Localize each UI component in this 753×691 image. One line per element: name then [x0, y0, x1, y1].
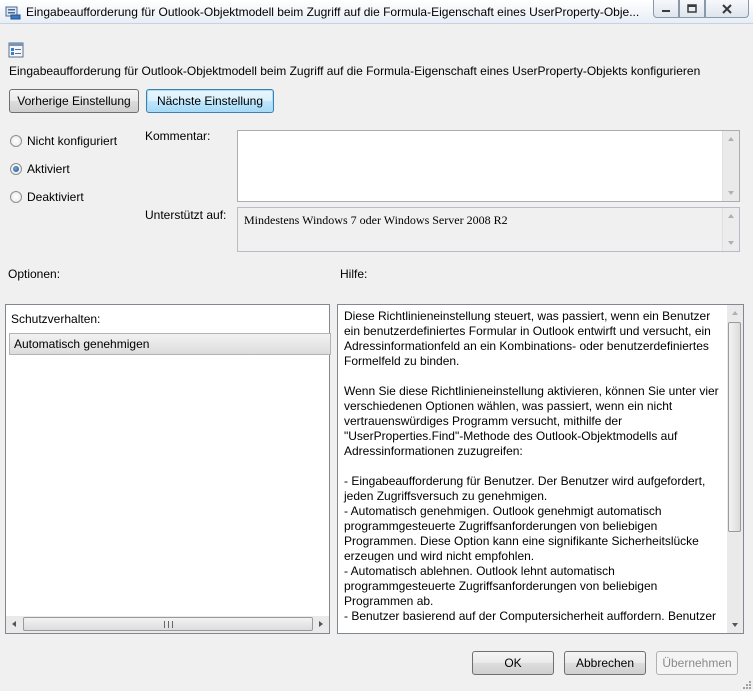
options-header: Optionen:	[8, 267, 61, 281]
help-paragraph: Diese Richtlinieneinstellung steuert, wa…	[344, 309, 711, 368]
scroll-left-arrow-icon[interactable]	[6, 616, 22, 632]
minimize-icon	[662, 9, 670, 12]
comment-scrollbar[interactable]	[722, 131, 739, 201]
policy-description: Eingabeaufforderung für Outlook-Objektmo…	[9, 64, 701, 78]
radio-label: Deaktiviert	[27, 190, 84, 204]
help-paragraph: - Benutzer basierend auf der Computersic…	[344, 609, 716, 623]
ok-button[interactable]: OK	[472, 651, 554, 675]
radio-enabled[interactable]: Aktiviert	[10, 162, 70, 176]
supported-label: Unterstützt auf:	[145, 208, 227, 222]
help-vertical-scrollbar[interactable]	[727, 305, 743, 633]
resize-grip-icon[interactable]	[740, 678, 752, 690]
next-setting-button[interactable]: Nächste Einstellung	[146, 89, 274, 113]
help-paragraph: Wenn Sie diese Richtlinieneinstellung ak…	[344, 384, 719, 458]
policy-setting-icon	[8, 42, 24, 58]
scroll-down-arrow-icon[interactable]	[723, 235, 739, 251]
help-paragraph: - Automatisch ablehnen. Outlook lehnt au…	[344, 564, 658, 608]
radio-disabled[interactable]: Deaktiviert	[10, 190, 84, 204]
maximize-button[interactable]	[679, 0, 705, 18]
radio-circle[interactable]	[10, 191, 22, 203]
horizontal-scroll-thumb[interactable]	[23, 617, 313, 631]
close-icon	[722, 3, 732, 14]
scroll-down-arrow-icon[interactable]	[727, 617, 742, 633]
scroll-up-arrow-icon[interactable]	[723, 131, 739, 147]
scroll-right-arrow-icon[interactable]	[313, 616, 329, 632]
comment-label: Kommentar:	[145, 129, 211, 143]
help-paragraph: - Automatisch genehmigen. Outlook genehm…	[344, 504, 699, 563]
comment-textarea[interactable]	[237, 130, 740, 202]
protection-behavior-label: Schutzverhalten:	[11, 312, 101, 326]
title-bar: Eingabeaufforderung für Outlook-Objektmo…	[0, 0, 753, 24]
options-panel: Schutzverhalten: Automatisch genehmigen	[5, 304, 331, 634]
help-paragraph: - Eingabeaufforderung für Benutzer. Der …	[344, 474, 706, 503]
apply-button[interactable]: Übernehmen	[656, 651, 738, 675]
protection-behavior-dropdown[interactable]: Automatisch genehmigen	[9, 333, 331, 355]
radio-circle[interactable]	[10, 135, 22, 147]
vertical-scroll-thumb[interactable]	[728, 322, 741, 532]
help-header: Hilfe:	[340, 267, 368, 281]
scroll-up-arrow-icon[interactable]	[727, 305, 742, 321]
scroll-down-arrow-icon[interactable]	[723, 185, 739, 201]
grip-icon	[163, 620, 173, 628]
close-button[interactable]	[705, 0, 749, 18]
maximize-icon	[687, 4, 697, 13]
supported-field: Mindestens Windows 7 oder Windows Server…	[237, 207, 740, 252]
options-horizontal-scrollbar[interactable]	[6, 616, 329, 633]
help-text: Diese Richtlinieneinstellung steuert, wa…	[344, 309, 724, 624]
scroll-up-arrow-icon[interactable]	[723, 208, 739, 224]
previous-setting-button[interactable]: Vorherige Einstellung	[9, 89, 139, 113]
window-title: Eingabeaufforderung für Outlook-Objektmo…	[26, 5, 640, 19]
help-panel: Diese Richtlinieneinstellung steuert, wa…	[337, 304, 744, 634]
cancel-button[interactable]: Abbrechen	[564, 651, 646, 675]
radio-circle-checked[interactable]	[10, 163, 22, 175]
radio-label: Nicht konfiguriert	[27, 134, 118, 148]
radio-not-configured[interactable]: Nicht konfiguriert	[10, 134, 117, 148]
radio-label: Aktiviert	[27, 162, 70, 176]
window-controls	[653, 0, 749, 18]
policy-app-icon	[5, 6, 21, 20]
supported-value: Mindestens Windows 7 oder Windows Server…	[244, 213, 508, 227]
minimize-button[interactable]	[653, 0, 679, 18]
protection-behavior-value: Automatisch genehmigen	[14, 337, 150, 351]
supported-scrollbar[interactable]	[722, 208, 739, 251]
